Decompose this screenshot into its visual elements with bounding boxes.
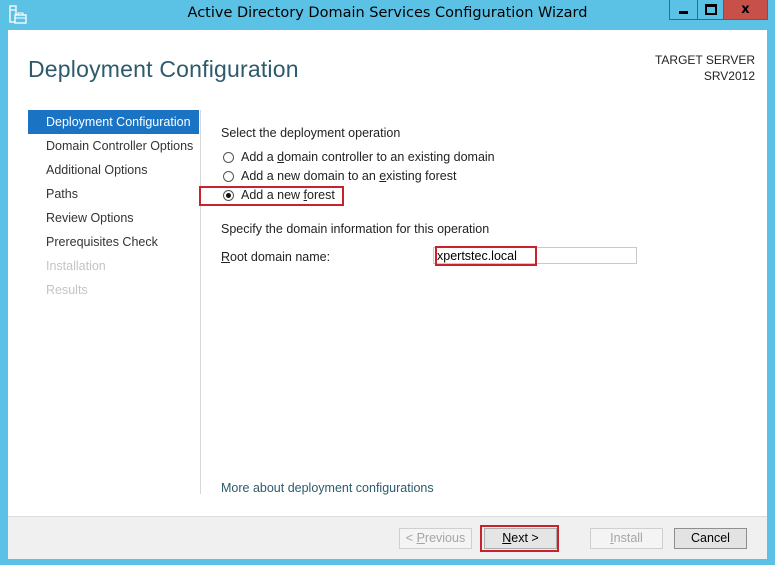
target-server-label: TARGET SERVER (654, 53, 755, 67)
more-about-deployment-link[interactable]: More about deployment configurations (221, 481, 434, 495)
radio-button[interactable] (223, 170, 234, 182)
close-icon: x (741, 2, 750, 17)
nav-item-additional-options[interactable]: Additional Options (28, 158, 199, 182)
domain-info-label: Specify the domain information for this … (221, 222, 490, 236)
nav-item-review-options[interactable]: Review Options (28, 206, 199, 230)
nav-item-deployment-configuration[interactable]: Deployment Configuration (28, 110, 199, 134)
maximize-button[interactable] (697, 0, 724, 20)
radio-add-dc-existing-domain[interactable]: Add a domain controller to an existing d… (223, 150, 495, 164)
page-title: Deployment Configuration (28, 56, 299, 82)
nav-item-installation: Installation (46, 259, 106, 273)
previous-button: < Previous (399, 528, 472, 549)
wizard-footer: < Previous Next > Install Cancel (8, 516, 767, 559)
highlight-box-root-domain (435, 246, 537, 266)
target-server-info: TARGET SERVER SRV2012 (655, 52, 755, 84)
nav-divider (200, 110, 201, 494)
install-button: Install (590, 528, 663, 549)
radio-add-domain-existing-forest[interactable]: Add a new domain to an existing forest (223, 169, 456, 183)
radio-label: Add a domain controller to an existing d… (241, 150, 495, 164)
deployment-operation-label: Select the deployment operation (221, 126, 401, 140)
next-button[interactable]: Next > (484, 528, 557, 549)
minimize-button[interactable] (669, 0, 698, 20)
radio-label: Add a new domain to an existing forest (241, 169, 457, 183)
maximize-icon (704, 4, 717, 15)
window-title: Active Directory Domain Services Configu… (187, 5, 588, 21)
nav-item-paths[interactable]: Paths (28, 182, 199, 206)
highlight-box-new-forest (199, 186, 344, 206)
wizard-client-area: Deployment Configuration TARGET SERVER S… (8, 30, 767, 559)
cancel-button[interactable]: Cancel (674, 528, 747, 549)
root-domain-label: Root domain name: (221, 250, 331, 264)
nav-item-prerequisites-check[interactable]: Prerequisites Check (28, 230, 199, 254)
radio-button[interactable] (223, 151, 234, 163)
close-button[interactable]: x (723, 0, 768, 20)
nav-item-domain-controller-options[interactable]: Domain Controller Options (28, 134, 199, 158)
wizard-nav: Deployment Configuration Domain Controll… (28, 110, 199, 302)
target-server-name: SRV2012 (703, 69, 755, 83)
minimize-icon (679, 11, 688, 14)
title-bar[interactable]: Active Directory Domain Services Configu… (0, 0, 775, 30)
nav-item-results: Results (46, 283, 88, 297)
